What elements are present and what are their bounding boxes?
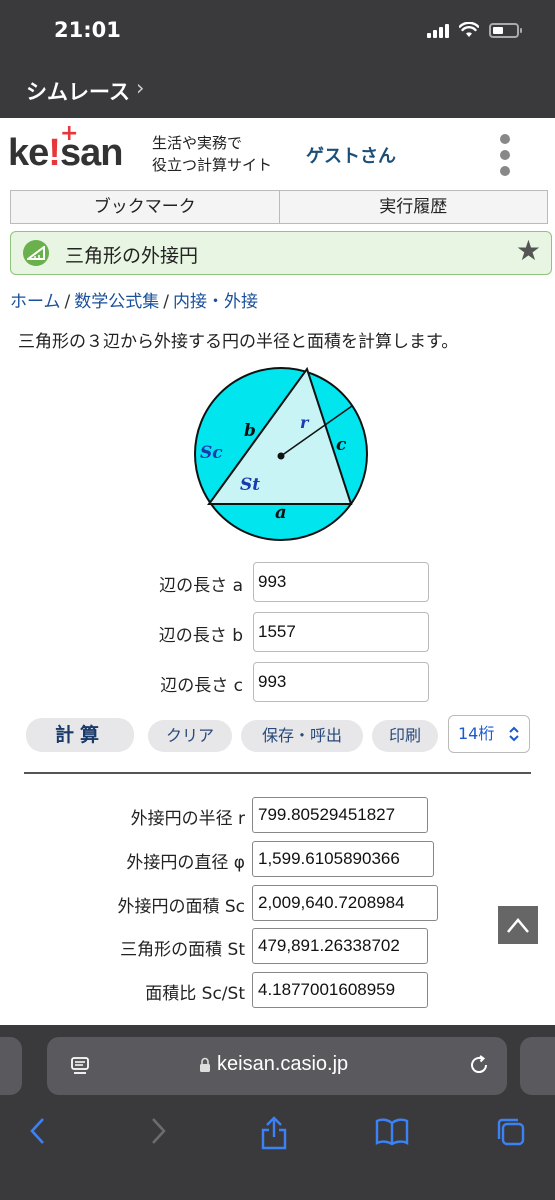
tagline-line: 生活や実務で xyxy=(152,134,243,152)
page-title-bar: 三角形の外接円 ★ xyxy=(10,231,552,275)
print-button[interactable]: 印刷 xyxy=(372,720,438,752)
output-row: 外接円の面積 Sc 2,009,640.7208984 xyxy=(0,885,555,921)
input-label: 辺の長さ c xyxy=(160,676,243,696)
center-point xyxy=(277,452,285,460)
bookmarks-icon[interactable] xyxy=(374,1115,410,1147)
triangle-area-output: 479,891.26338702 xyxy=(252,928,428,964)
input-row-a: 辺の長さ a 993 xyxy=(0,562,555,602)
output-row: 三角形の面積 St 479,891.26338702 xyxy=(0,928,555,964)
guest-link[interactable]: ゲストさん xyxy=(306,142,396,168)
input-label: 辺の長さ b xyxy=(158,626,243,646)
logo-part: ! xyxy=(48,132,61,174)
status-bar: 21:01 xyxy=(0,0,555,64)
status-icons xyxy=(427,22,522,38)
signal-icon xyxy=(427,22,449,38)
circle-area-output: 2,009,640.7208984 xyxy=(252,885,438,921)
carrier-label: シムレース xyxy=(26,80,130,104)
digits-value: 14桁 xyxy=(458,724,495,743)
chevron-right-icon: › xyxy=(136,76,145,100)
digits-select[interactable]: 14桁 xyxy=(448,715,530,753)
circumcircle-diagram: b r c Sc St a xyxy=(194,366,368,541)
output-label: 面積比 Sc/St xyxy=(145,984,245,1004)
lock-icon xyxy=(200,1057,210,1072)
back-icon[interactable] xyxy=(26,1115,50,1147)
breadcrumb-separator: / xyxy=(64,292,71,312)
side-a-input[interactable]: 993 xyxy=(253,562,429,602)
output-label: 外接円の半径 r xyxy=(130,809,245,829)
breadcrumb-separator: / xyxy=(163,292,169,312)
output-label: 三角形の面積 St xyxy=(120,940,245,960)
radius-output: 799.80529451827 xyxy=(252,797,428,833)
breadcrumb-home[interactable]: ホーム xyxy=(10,292,61,312)
reader-icon[interactable] xyxy=(69,1055,91,1077)
triangle-ruler-icon xyxy=(23,240,49,266)
tab-history[interactable]: 実行履歴 xyxy=(278,191,548,223)
label-c: c xyxy=(336,435,347,455)
output-label: 外接円の面積 Sc xyxy=(117,897,245,917)
description: 三角形の３辺から外接する円の半径と面積を計算します。 xyxy=(18,332,459,352)
tagline: 生活や実務で 役立つ計算サイト xyxy=(152,132,272,176)
star-icon[interactable]: ★ xyxy=(516,234,541,267)
side-b-input[interactable]: 1557 xyxy=(253,612,429,652)
side-c-input[interactable]: 993 xyxy=(253,662,429,702)
label-b: b xyxy=(244,421,256,441)
breadcrumb: ホーム / 数学公式集 / 内接・外接 xyxy=(10,287,258,312)
more-menu-icon[interactable] xyxy=(500,134,512,176)
label-sc: Sc xyxy=(200,443,223,463)
browser-toolbar xyxy=(0,1105,555,1200)
input-row-b: 辺の長さ b 1557 xyxy=(0,612,555,652)
browser-address-area: keisan.casio.jp xyxy=(0,1025,555,1105)
diameter-output: 1,599.6105890366 xyxy=(252,841,434,877)
tab-bar: ブックマーク 実行履歴 xyxy=(10,190,548,224)
carrier-bar[interactable]: シムレース › xyxy=(0,64,555,118)
next-tab-pill[interactable] xyxy=(520,1037,555,1095)
reload-icon[interactable] xyxy=(467,1053,491,1077)
share-icon[interactable] xyxy=(258,1115,290,1151)
tagline-line: 役立つ計算サイト xyxy=(152,156,273,174)
wifi-icon xyxy=(459,22,479,37)
site-header: ke!san + 生活や実務で 役立つ計算サイト ゲストさん xyxy=(0,118,555,190)
logo-plus-icon: + xyxy=(60,121,79,146)
output-label: 外接円の直径 φ xyxy=(126,853,245,873)
battery-icon xyxy=(489,22,522,38)
logo-part: ke xyxy=(8,132,49,174)
input-row-c: 辺の長さ c 993 xyxy=(0,662,555,702)
url-text: keisan.casio.jp xyxy=(217,1053,349,1075)
chevron-updown-icon xyxy=(509,726,519,742)
label-st: St xyxy=(240,475,260,495)
tab-bookmark[interactable]: ブックマーク xyxy=(11,191,279,223)
save-load-button[interactable]: 保存・呼出 xyxy=(241,720,363,752)
forward-icon[interactable] xyxy=(146,1115,170,1147)
status-time: 21:01 xyxy=(54,18,121,42)
output-row: 面積比 Sc/St 4.1877001608959 xyxy=(0,972,555,1008)
address-bar[interactable]: keisan.casio.jp xyxy=(47,1037,507,1095)
area-ratio-output: 4.1877001608959 xyxy=(252,972,428,1008)
breadcrumb-sub[interactable]: 内接・外接 xyxy=(173,292,258,312)
output-row: 外接円の半径 r 799.80529451827 xyxy=(0,797,555,833)
tabs-icon[interactable] xyxy=(494,1115,528,1149)
scroll-top-button[interactable] xyxy=(498,906,538,944)
input-label: 辺の長さ a xyxy=(159,576,243,596)
page-title: 三角形の外接円 xyxy=(65,245,199,267)
breadcrumb-category[interactable]: 数学公式集 xyxy=(74,292,159,312)
prev-tab-pill[interactable] xyxy=(0,1037,22,1095)
clear-button[interactable]: クリア xyxy=(148,720,232,752)
output-row: 外接円の直径 φ 1,599.6105890366 xyxy=(0,841,555,877)
label-a: a xyxy=(275,502,287,523)
calculate-button[interactable]: 計算 xyxy=(26,718,134,752)
divider xyxy=(24,772,531,774)
chevron-up-icon xyxy=(507,918,529,933)
